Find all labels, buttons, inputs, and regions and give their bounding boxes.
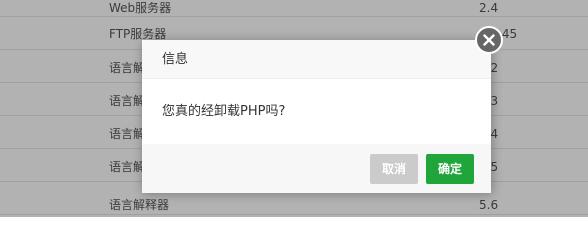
dialog-title: 信息: [162, 52, 189, 67]
confirm-button[interactable]: 确定: [426, 154, 474, 184]
confirm-dialog: 信息 您真的经卸载PHP吗? 取消 确定: [142, 40, 491, 193]
dialog-header: 信息: [142, 40, 491, 79]
dialog-footer: 取消 确定: [142, 144, 491, 193]
dialog-message: 您真的经卸载PHP吗?: [162, 104, 286, 119]
close-button[interactable]: [475, 26, 503, 54]
close-icon: [483, 34, 495, 46]
cancel-button[interactable]: 取消: [370, 154, 418, 184]
